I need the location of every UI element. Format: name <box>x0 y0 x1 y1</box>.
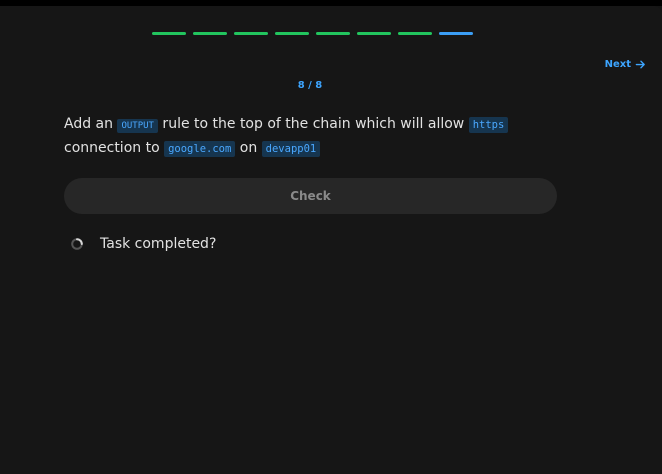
progress-step-7[interactable] <box>398 32 432 35</box>
code-https: https <box>468 117 509 133</box>
task-status-label: Task completed? <box>100 236 217 252</box>
task-description: Add an OUTPUT rule to the top of the cha… <box>64 113 564 160</box>
progress-step-4[interactable] <box>275 32 309 35</box>
progress-step-8-current[interactable] <box>439 32 473 35</box>
progress-step-5[interactable] <box>316 32 350 35</box>
code-google-com: google.com <box>164 141 236 157</box>
progress-step-2[interactable] <box>193 32 227 35</box>
arrow-right-icon <box>635 60 645 69</box>
task-text-part: Add an <box>64 116 118 132</box>
task-status: Task completed? <box>70 236 216 252</box>
task-progress-bar <box>152 32 473 35</box>
task-text-part: rule to the top of the chain which will … <box>157 116 469 132</box>
question-counter: 8 / 8 <box>297 80 323 91</box>
progress-step-6[interactable] <box>357 32 391 35</box>
next-button-label: Next <box>604 59 631 70</box>
code-output: OUTPUT <box>117 119 158 133</box>
task-text-part: connection to <box>64 140 165 156</box>
task-text-part: on <box>235 140 262 156</box>
progress-step-1[interactable] <box>152 32 186 35</box>
next-button[interactable]: Next <box>605 59 646 70</box>
code-devapp01: devapp01 <box>261 141 321 157</box>
check-button[interactable]: Check <box>64 178 557 214</box>
progress-step-3[interactable] <box>234 32 268 35</box>
loading-spinner-icon <box>71 238 83 250</box>
check-button-label: Check <box>290 189 331 203</box>
